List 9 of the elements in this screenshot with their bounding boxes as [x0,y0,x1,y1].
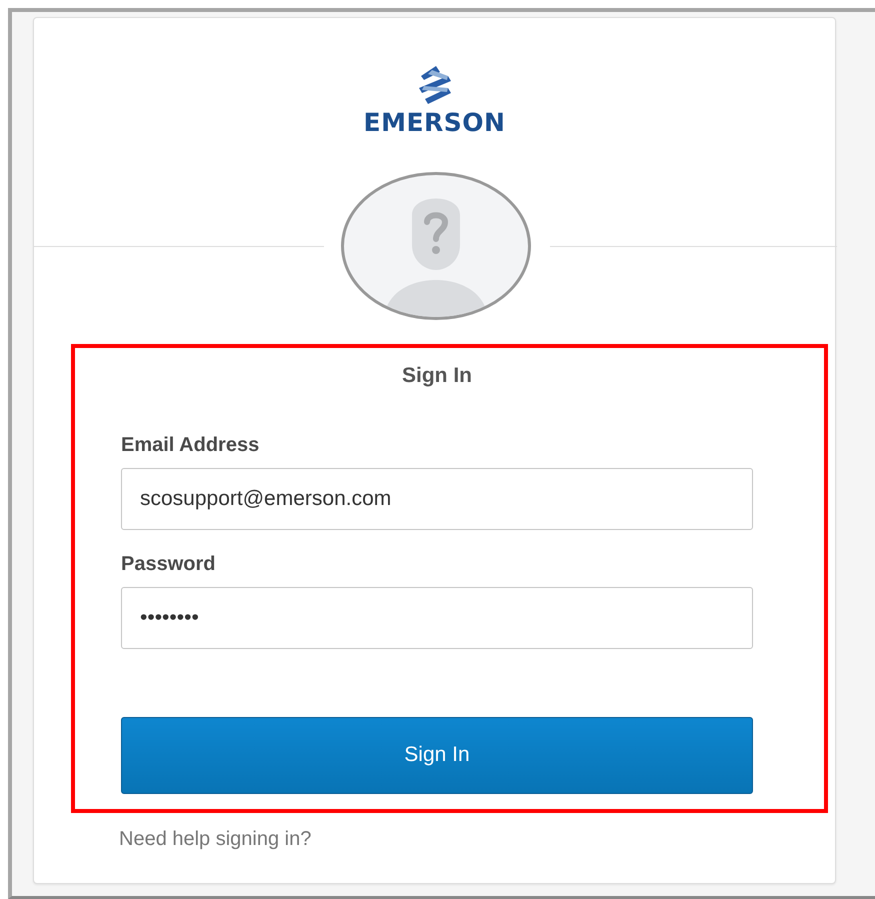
field-label: Password [121,552,216,576]
sign-in-button[interactable]: Sign In [121,716,753,794]
logo-text: EMERSON [364,110,506,135]
field-label: Email Address [121,432,260,458]
input-field[interactable]: •••••••• [121,586,753,648]
logo-icon [418,66,452,106]
help-link[interactable]: Need help signing in? [119,824,312,854]
input-field[interactable]: scosupport@emerson.com [121,468,753,530]
form-title: Sign In [401,363,473,389]
